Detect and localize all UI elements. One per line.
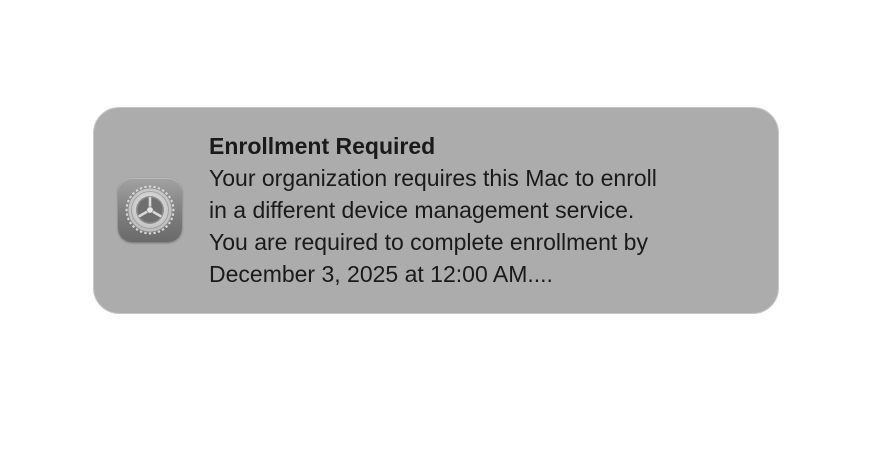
system-settings-gear-icon: [118, 178, 182, 242]
notification-content: Enrollment Required Your organization re…: [209, 130, 769, 290]
enrollment-notification[interactable]: Enrollment Required Your organization re…: [93, 107, 779, 314]
message-line: You are required to complete enrollment …: [209, 229, 648, 255]
message-line: December 3, 2025 at 12:00 AM....: [209, 261, 553, 287]
message-line: Your organization requires this Mac to e…: [209, 165, 657, 191]
message-line: in a different device management service…: [209, 197, 635, 223]
notification-message: Your organization requires this Mac to e…: [209, 162, 769, 290]
notification-title: Enrollment Required: [209, 133, 436, 159]
